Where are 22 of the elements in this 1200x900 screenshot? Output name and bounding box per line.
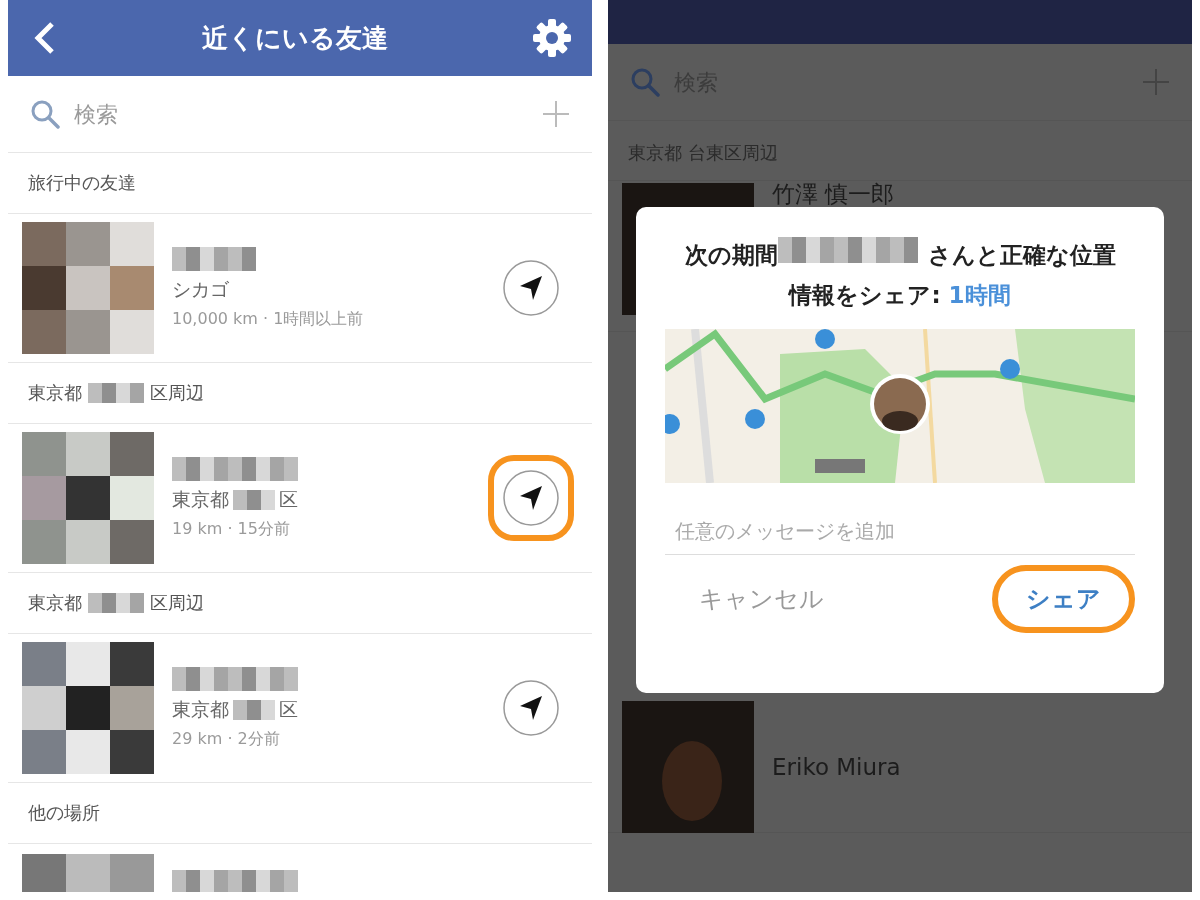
section-title: 旅行中の友達 — [28, 171, 136, 195]
section-title: 東京都 — [28, 381, 82, 405]
friend-name: 竹澤 慎一郎 — [772, 183, 895, 206]
distance-time-text: 19 km · 15分前 — [172, 518, 291, 540]
section-title: 東京都 — [28, 591, 82, 615]
distance-time-text: 10,000 km · 1時間以上前 — [172, 308, 365, 330]
location-text: 区 — [279, 486, 298, 512]
section-title: 他の場所 — [28, 801, 100, 825]
location-text: シカゴ — [172, 276, 230, 302]
search-field[interactable]: 検索 — [72, 100, 530, 128]
friend-name: Eriko Miura — [772, 754, 901, 780]
section-title: 区周辺 — [150, 381, 204, 405]
cancel-button[interactable]: キャンセル — [665, 565, 858, 633]
location-text: 東京都 — [172, 486, 229, 512]
share-button[interactable]: シェア — [992, 565, 1135, 633]
distance-time-text: 29 km · 2分前 — [172, 728, 281, 750]
duration-link[interactable]: 1時間 — [948, 282, 1011, 308]
header-title: 近くにいる友達 — [202, 21, 388, 55]
location-text: 東京都 — [172, 696, 229, 722]
dialog-title: 次の期間 さんと正確な位置情報をシェア: 1時間 — [680, 235, 1120, 315]
location-text: 区 — [279, 696, 298, 722]
section-title: 区周辺 — [150, 591, 204, 615]
